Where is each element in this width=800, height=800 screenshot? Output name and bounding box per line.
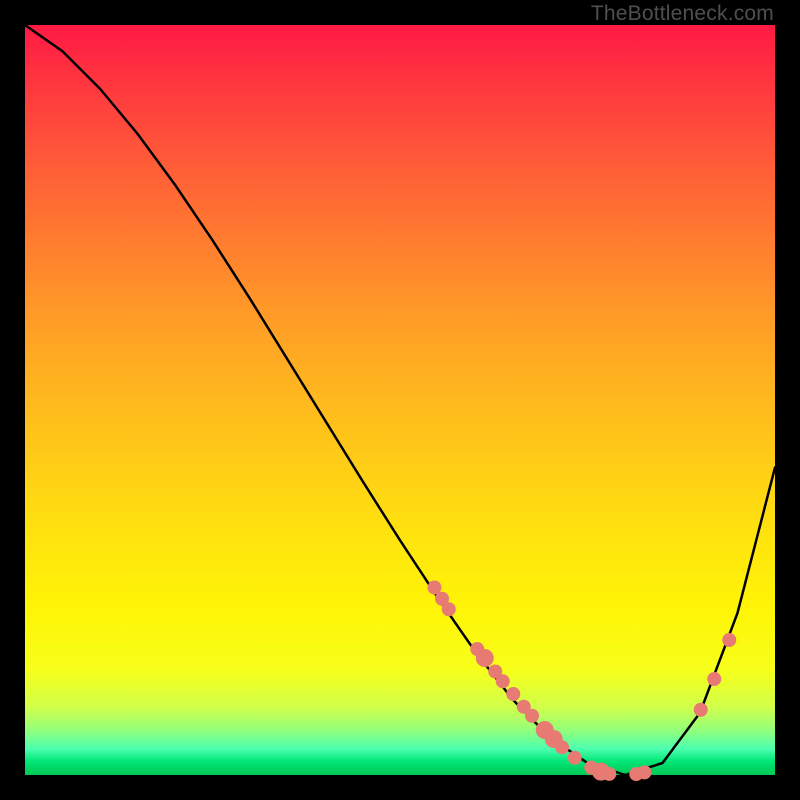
chart-dot — [496, 674, 510, 688]
chart-dot — [694, 703, 708, 717]
watermark-text: TheBottleneck.com — [591, 2, 774, 26]
chart-curve — [25, 25, 775, 775]
chart-dot — [476, 649, 494, 667]
chart-dot — [638, 765, 652, 779]
chart-dot — [568, 751, 582, 765]
chart-dot — [602, 767, 616, 781]
chart-dot — [442, 602, 456, 616]
chart-dot — [525, 709, 539, 723]
chart-dot — [722, 633, 736, 647]
chart-dot — [707, 672, 721, 686]
chart-dots-group — [428, 581, 737, 782]
chart-dot — [506, 687, 520, 701]
chart-svg — [25, 25, 775, 775]
gradient-plot-area — [25, 25, 775, 775]
chart-dot — [555, 740, 569, 754]
